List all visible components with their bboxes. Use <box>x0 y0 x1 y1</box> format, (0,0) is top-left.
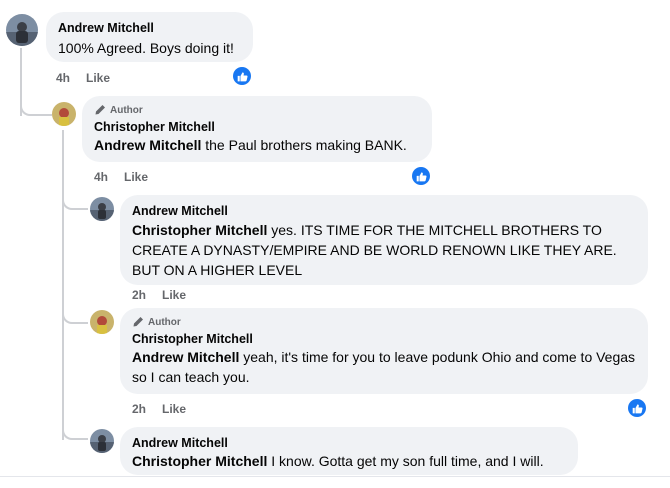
comment-author[interactable]: Andrew Mitchell <box>58 20 241 36</box>
comment-actions: 2h Like <box>132 288 186 302</box>
author-badge: Author <box>132 316 636 328</box>
mention-link[interactable]: Andrew Mitchell <box>94 137 201 153</box>
comment-text: 100% Agreed. Boys doing it! <box>58 40 234 56</box>
avatar[interactable] <box>52 102 76 126</box>
avatar[interactable] <box>90 197 114 221</box>
thread-connector <box>20 100 52 116</box>
comment-text: Andrew Mitchell yeah, it's time for you … <box>132 347 636 387</box>
comment-timestamp[interactable]: 2h <box>132 288 146 302</box>
pencil-icon <box>132 316 144 328</box>
pencil-icon <box>94 104 106 116</box>
comment-body: the Paul brothers making BANK. <box>201 137 407 153</box>
comment-timestamp[interactable]: 4h <box>94 170 108 184</box>
avatar[interactable] <box>6 14 38 46</box>
mention-link[interactable]: Christopher Mitchell <box>132 453 267 469</box>
author-badge: Author <box>94 104 420 116</box>
comment-bubble: Andrew Mitchell 100% Agreed. Boys doing … <box>46 12 253 62</box>
comment-text: Andrew Mitchell the Paul brothers making… <box>94 135 420 155</box>
comment-bubble: Author Christopher Mitchell Andrew Mitch… <box>82 96 432 162</box>
comment-bubble: Author Christopher Mitchell Andrew Mitch… <box>120 308 648 394</box>
thread-connector <box>62 308 88 324</box>
comment-author[interactable]: Andrew Mitchell <box>132 435 566 451</box>
avatar[interactable] <box>90 310 114 334</box>
thread-connector <box>62 424 88 440</box>
comment-bubble: Andrew Mitchell Christopher Mitchell yes… <box>120 195 648 285</box>
comment-author[interactable]: Andrew Mitchell <box>132 203 636 219</box>
comment-text: Christopher Mitchell yes. ITS TIME FOR T… <box>132 220 636 280</box>
reaction-like-icon[interactable] <box>628 399 646 417</box>
reaction-like-icon[interactable] <box>233 67 251 85</box>
comment-thread: Andrew Mitchell 100% Agreed. Boys doing … <box>0 0 670 488</box>
thread-connector <box>62 194 88 210</box>
comment-author[interactable]: Christopher Mitchell <box>132 331 636 347</box>
comment-actions: 2h Like <box>132 402 186 416</box>
comment-timestamp[interactable]: 2h <box>132 402 146 416</box>
author-badge-label: Author <box>110 104 143 116</box>
comment-text: Christopher Mitchell I know. Gotta get m… <box>132 451 566 471</box>
divider <box>0 476 670 477</box>
mention-link[interactable]: Christopher Mitchell <box>132 222 267 238</box>
like-button[interactable]: Like <box>124 170 148 184</box>
comment-bubble: Andrew Mitchell Christopher Mitchell I k… <box>120 427 578 475</box>
comment-body: I know. Gotta get my son full time, and … <box>267 453 544 469</box>
mention-link[interactable]: Andrew Mitchell <box>132 349 239 365</box>
thread-line-reply <box>62 130 64 440</box>
author-badge-label: Author <box>148 316 181 328</box>
like-button[interactable]: Like <box>162 402 186 416</box>
like-button[interactable]: Like <box>86 71 110 85</box>
avatar[interactable] <box>90 429 114 453</box>
like-button[interactable]: Like <box>162 288 186 302</box>
reaction-like-icon[interactable] <box>412 167 430 185</box>
comment-timestamp[interactable]: 4h <box>56 71 70 85</box>
comment-author[interactable]: Christopher Mitchell <box>94 119 420 135</box>
comment-actions: 4h Like <box>56 71 110 85</box>
comment-actions: 4h Like <box>94 170 148 184</box>
